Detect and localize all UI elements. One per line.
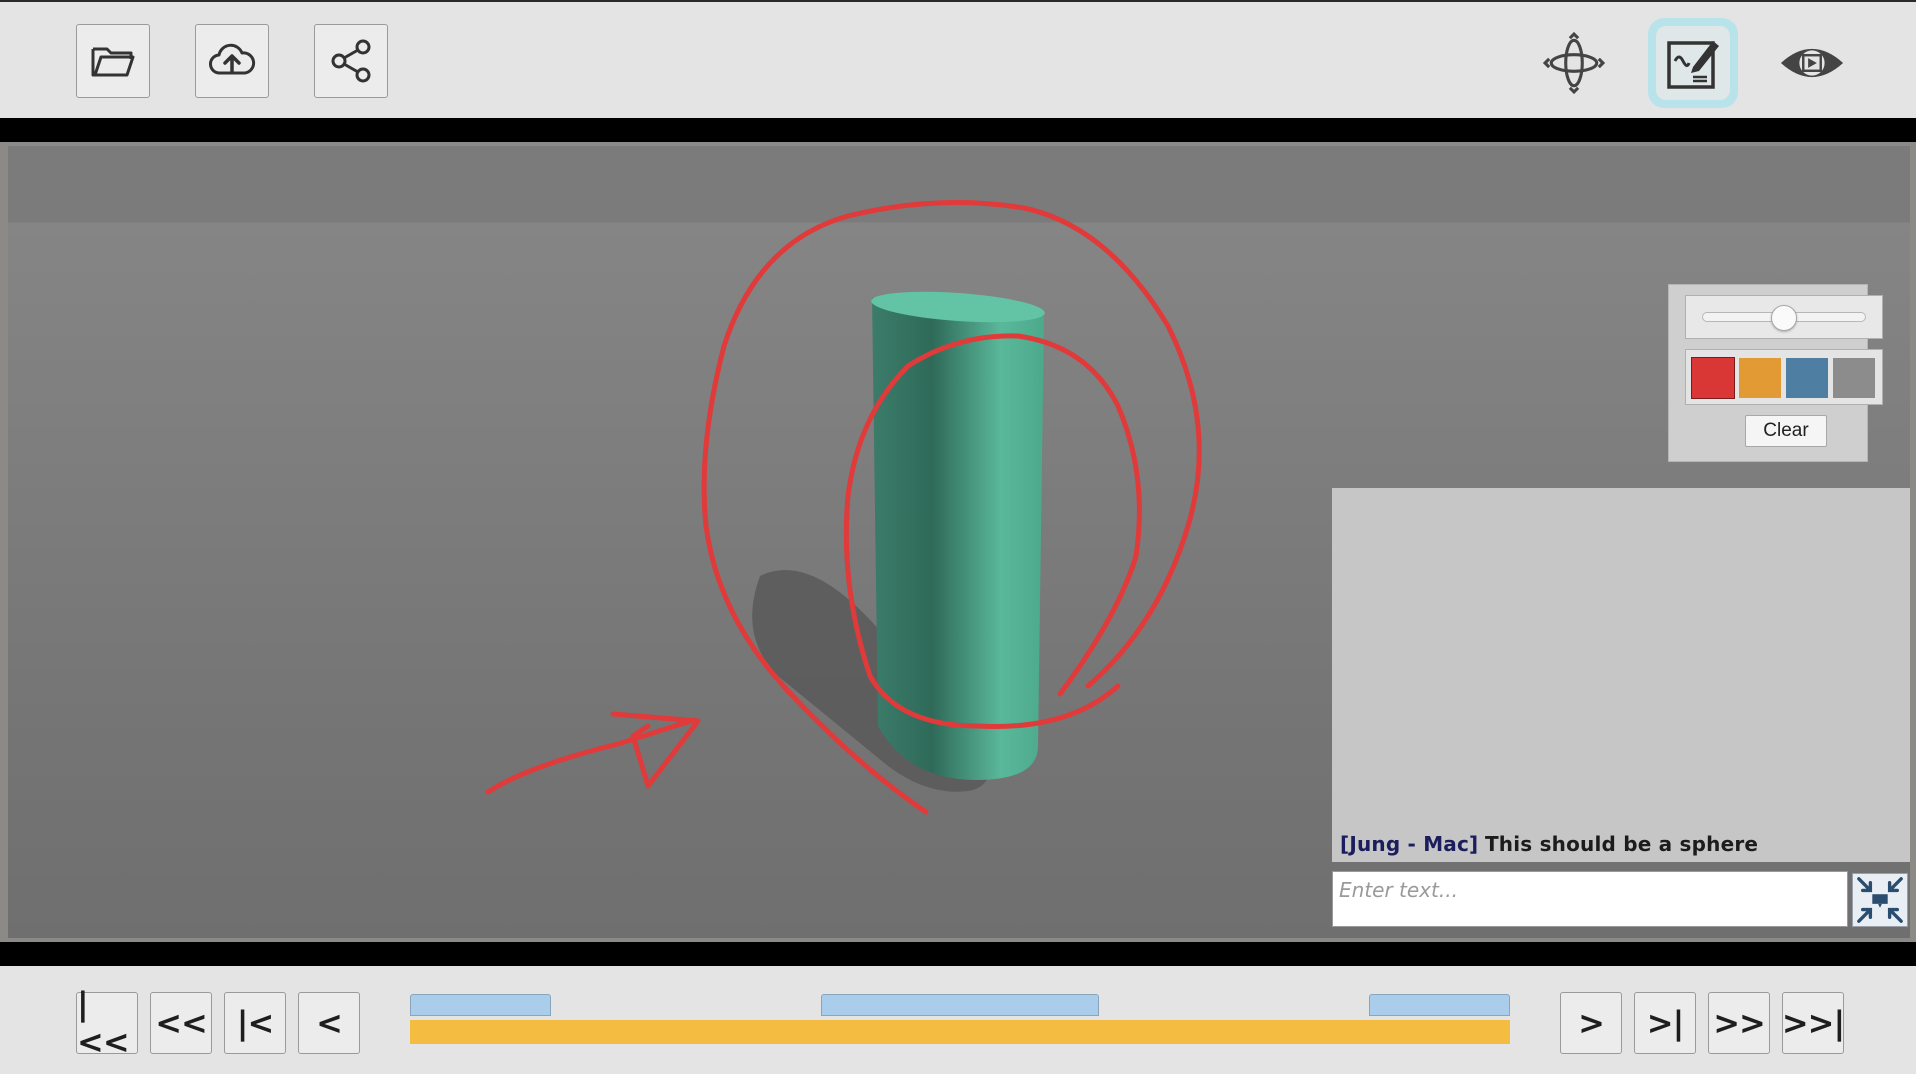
cloud-upload-button[interactable]: [195, 24, 269, 98]
chat-message-text: This should be a sphere: [1484, 832, 1759, 856]
color-palette: [1685, 349, 1883, 405]
view-mode-button[interactable]: [1767, 18, 1857, 108]
chat-input[interactable]: Enter text...: [1332, 871, 1848, 927]
color-swatch-orange[interactable]: [1739, 358, 1781, 398]
draw-tools-panel: Clear: [1668, 284, 1883, 462]
folder-open-icon: [91, 47, 135, 77]
timeline-segment[interactable]: [410, 994, 551, 1016]
jump-to-end-button[interactable]: >>|: [1782, 992, 1845, 1054]
chat-message-author: [Jung - Mac]: [1340, 832, 1479, 856]
slider-knob[interactable]: [1771, 305, 1797, 331]
color-swatch-red[interactable]: [1691, 357, 1735, 399]
playback-bar: |<< << |< < > >| >> >>|: [0, 966, 1916, 1074]
step-back-button[interactable]: <: [298, 992, 360, 1054]
fast-rewind-button[interactable]: <<: [150, 992, 212, 1054]
timeline-segment[interactable]: [821, 994, 1099, 1016]
top-toolbar: [0, 0, 1916, 118]
previous-keyframe-button[interactable]: |<: [224, 992, 286, 1054]
timeline-track[interactable]: [410, 1020, 1510, 1044]
cloud-upload-icon: [209, 43, 256, 75]
brush-size-slider[interactable]: [1685, 295, 1883, 339]
chat-panel: [Jung - Mac] This should be a sphere: [1332, 488, 1910, 862]
annotation-arrow: [485, 711, 701, 795]
color-swatch-blue[interactable]: [1786, 358, 1828, 398]
annotate-mode-button[interactable]: [1648, 18, 1738, 108]
jump-to-start-button[interactable]: |<<: [76, 985, 138, 1061]
chat-message: [Jung - Mac] This should be a sphere: [1340, 832, 1758, 856]
collapse-arrows-icon: [1857, 877, 1903, 923]
share-button[interactable]: [314, 24, 388, 98]
next-keyframe-button[interactable]: >|: [1634, 992, 1696, 1054]
orbit-mode-button[interactable]: [1529, 18, 1619, 108]
color-swatch-gray[interactable]: [1833, 358, 1875, 398]
open-folder-button[interactable]: [76, 24, 150, 98]
edit-note-icon: [1667, 41, 1719, 89]
fast-forward-button[interactable]: >>: [1708, 992, 1770, 1054]
orbit-arrows-icon: [1543, 32, 1605, 94]
clear-button[interactable]: Clear: [1745, 415, 1827, 447]
share-icon: [331, 39, 371, 83]
chat-collapse-button[interactable]: [1852, 873, 1908, 927]
eye-play-icon: [1780, 48, 1844, 78]
timeline-segment[interactable]: [1369, 994, 1510, 1016]
step-forward-button[interactable]: >: [1560, 992, 1622, 1054]
timeline[interactable]: [410, 994, 1510, 1046]
